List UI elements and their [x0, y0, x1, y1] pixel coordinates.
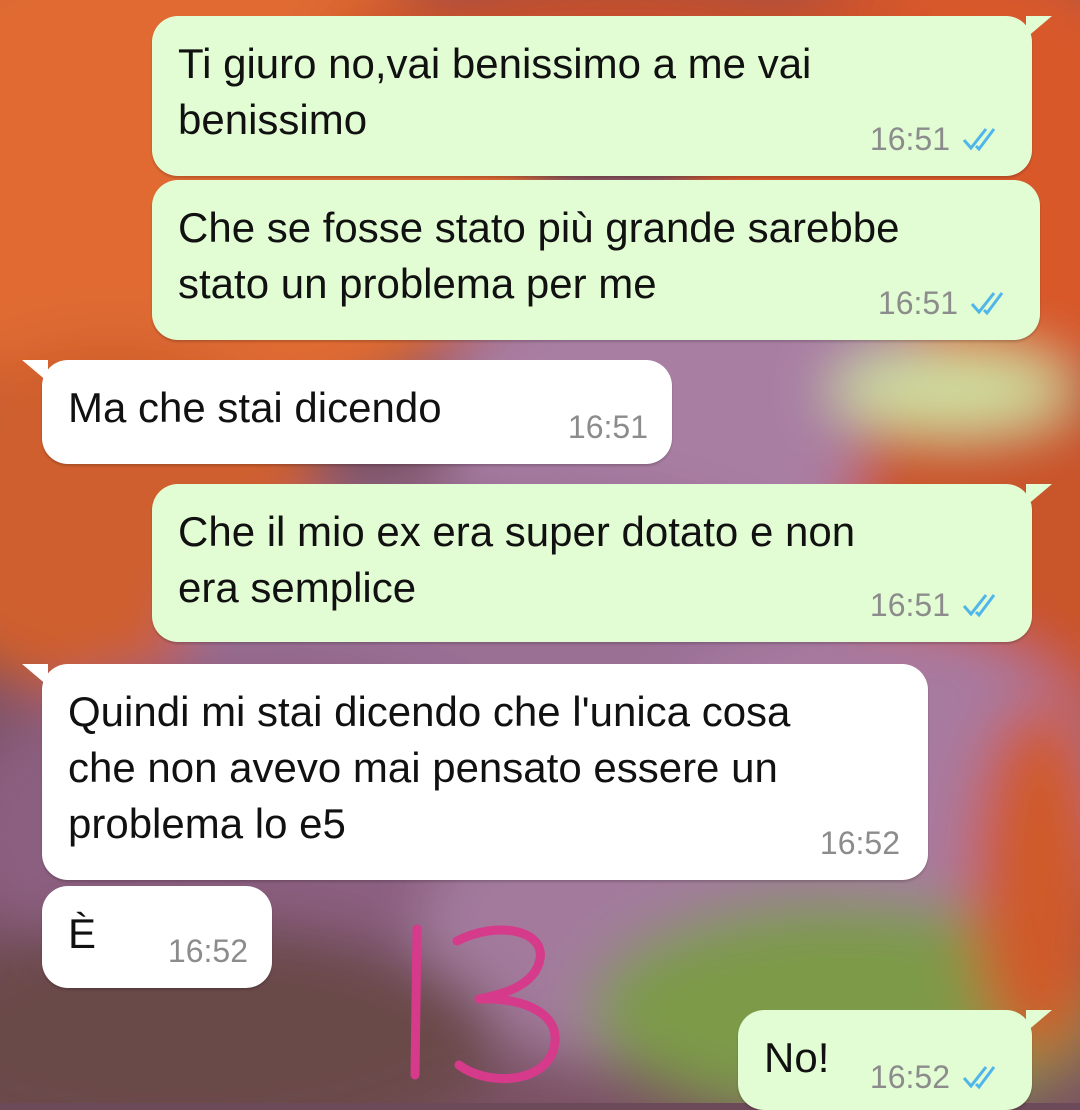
message-timestamp: 16:52: [819, 825, 900, 861]
message-meta: 16:52: [820, 825, 900, 862]
message-meta: 16:51: [870, 121, 1008, 158]
message-timestamp: 16:51: [567, 409, 648, 445]
message-meta: 16:51: [870, 587, 1008, 624]
message-meta: 16:52: [870, 1059, 1008, 1096]
message-timestamp: 16:52: [167, 933, 248, 969]
message-timestamp: 16:51: [869, 121, 950, 157]
message-meta: 16:52: [168, 933, 248, 970]
handwritten-annotation: [410, 924, 560, 1084]
message-bubble-outgoing[interactable]: Ti giuro no,vai benissimo a me vai benis…: [152, 16, 1052, 176]
double-check-icon: [962, 593, 996, 617]
message-bubble-outgoing[interactable]: No! 16:52: [738, 1010, 1052, 1110]
message-bubble-outgoing[interactable]: Che se fosse stato più grande sarebbe st…: [152, 180, 1040, 340]
double-check-icon: [970, 291, 1004, 315]
message-bubble-incoming[interactable]: Quindi mi stai dicendo che l'unica cosa …: [22, 664, 928, 880]
message-timestamp: 16:51: [869, 587, 950, 623]
message-meta: 16:51: [568, 409, 648, 446]
message-bubble-incoming[interactable]: Ma che stai dicendo 16:51: [22, 360, 672, 464]
message-bubble-outgoing[interactable]: Che il mio ex era super dotato e non era…: [152, 484, 1052, 642]
message-timestamp: 16:52: [869, 1059, 950, 1095]
double-check-icon: [962, 1065, 996, 1089]
message-bubble-incoming[interactable]: È 16:52: [42, 886, 272, 988]
message-text: Quindi mi stai dicendo che l'unica cosa …: [68, 688, 791, 847]
message-timestamp: 16:51: [877, 285, 958, 321]
message-meta: 16:51: [878, 285, 1016, 322]
double-check-icon: [962, 127, 996, 151]
